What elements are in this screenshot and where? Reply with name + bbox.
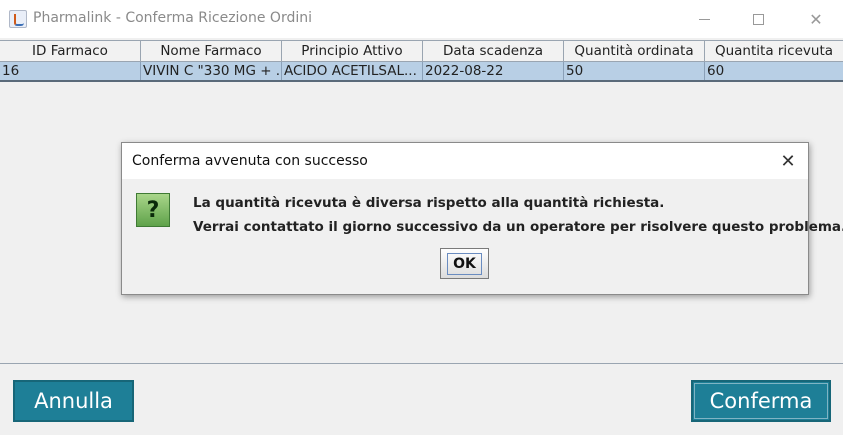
window-titlebar: Pharmalink - Conferma Ricezione Ordini ✕: [0, 0, 843, 38]
table-header: ID Farmaco Nome Farmaco Principio Attivo…: [0, 40, 843, 62]
close-icon: ✕: [809, 9, 823, 29]
column-header-data-scadenza[interactable]: Data scadenza: [423, 41, 564, 61]
window-title: Pharmalink - Conferma Ricezione Ordini: [33, 10, 313, 26]
dialog-message-line1: La quantità ricevuta è diversa rispetto …: [193, 195, 665, 211]
dialog-close-button[interactable]: ✕: [776, 149, 800, 173]
java-app-icon: [9, 10, 27, 28]
ok-button-label: OK: [447, 252, 482, 275]
column-header-quantita-ricevuta[interactable]: Quantita ricevuta: [705, 41, 843, 61]
orders-table: ID Farmaco Nome Farmaco Principio Attivo…: [0, 40, 843, 82]
cancel-button[interactable]: Annulla: [13, 380, 134, 422]
question-icon: ?: [136, 193, 170, 227]
column-header-id-farmaco[interactable]: ID Farmaco: [0, 41, 141, 61]
cell-principio-attivo[interactable]: ACIDO ACETILSAL...: [282, 62, 423, 80]
confirmation-dialog: Conferma avvenuta con successo ✕ ? La qu…: [121, 142, 843, 295]
minimize-icon: [698, 18, 710, 20]
cell-nome-farmaco[interactable]: VIVIN C "330 MG + ...: [141, 62, 282, 80]
ok-button[interactable]: OK: [440, 248, 489, 279]
close-icon: ✕: [780, 150, 796, 172]
column-header-principio-attivo[interactable]: Principio Attivo: [282, 41, 423, 61]
separator-line: [0, 363, 843, 364]
cell-quantita-ricevuta[interactable]: 60: [705, 62, 843, 80]
dialog-title: Conferma avvenuta con successo: [132, 153, 368, 169]
dialog-titlebar: Conferma avvenuta con successo ✕: [122, 143, 808, 179]
column-header-quantita-ordinata[interactable]: Quantità ordinata: [564, 41, 705, 61]
cell-quantita-ordinata[interactable]: 50: [564, 62, 705, 80]
maximize-icon: [752, 13, 764, 25]
close-button[interactable]: ✕: [789, 0, 843, 38]
maximize-button[interactable]: [731, 0, 785, 38]
cell-id-farmaco[interactable]: 16: [0, 62, 141, 80]
cell-data-scadenza[interactable]: 2022-08-22: [423, 62, 564, 80]
dialog-message-line2: Verrai contattato il giorno successivo d…: [193, 219, 843, 235]
column-header-nome-farmaco[interactable]: Nome Farmaco: [141, 41, 282, 61]
confirm-button[interactable]: Conferma: [691, 380, 831, 422]
minimize-button[interactable]: [677, 0, 731, 38]
table-row[interactable]: 16 VIVIN C "330 MG + ... ACIDO ACETILSAL…: [0, 62, 843, 82]
